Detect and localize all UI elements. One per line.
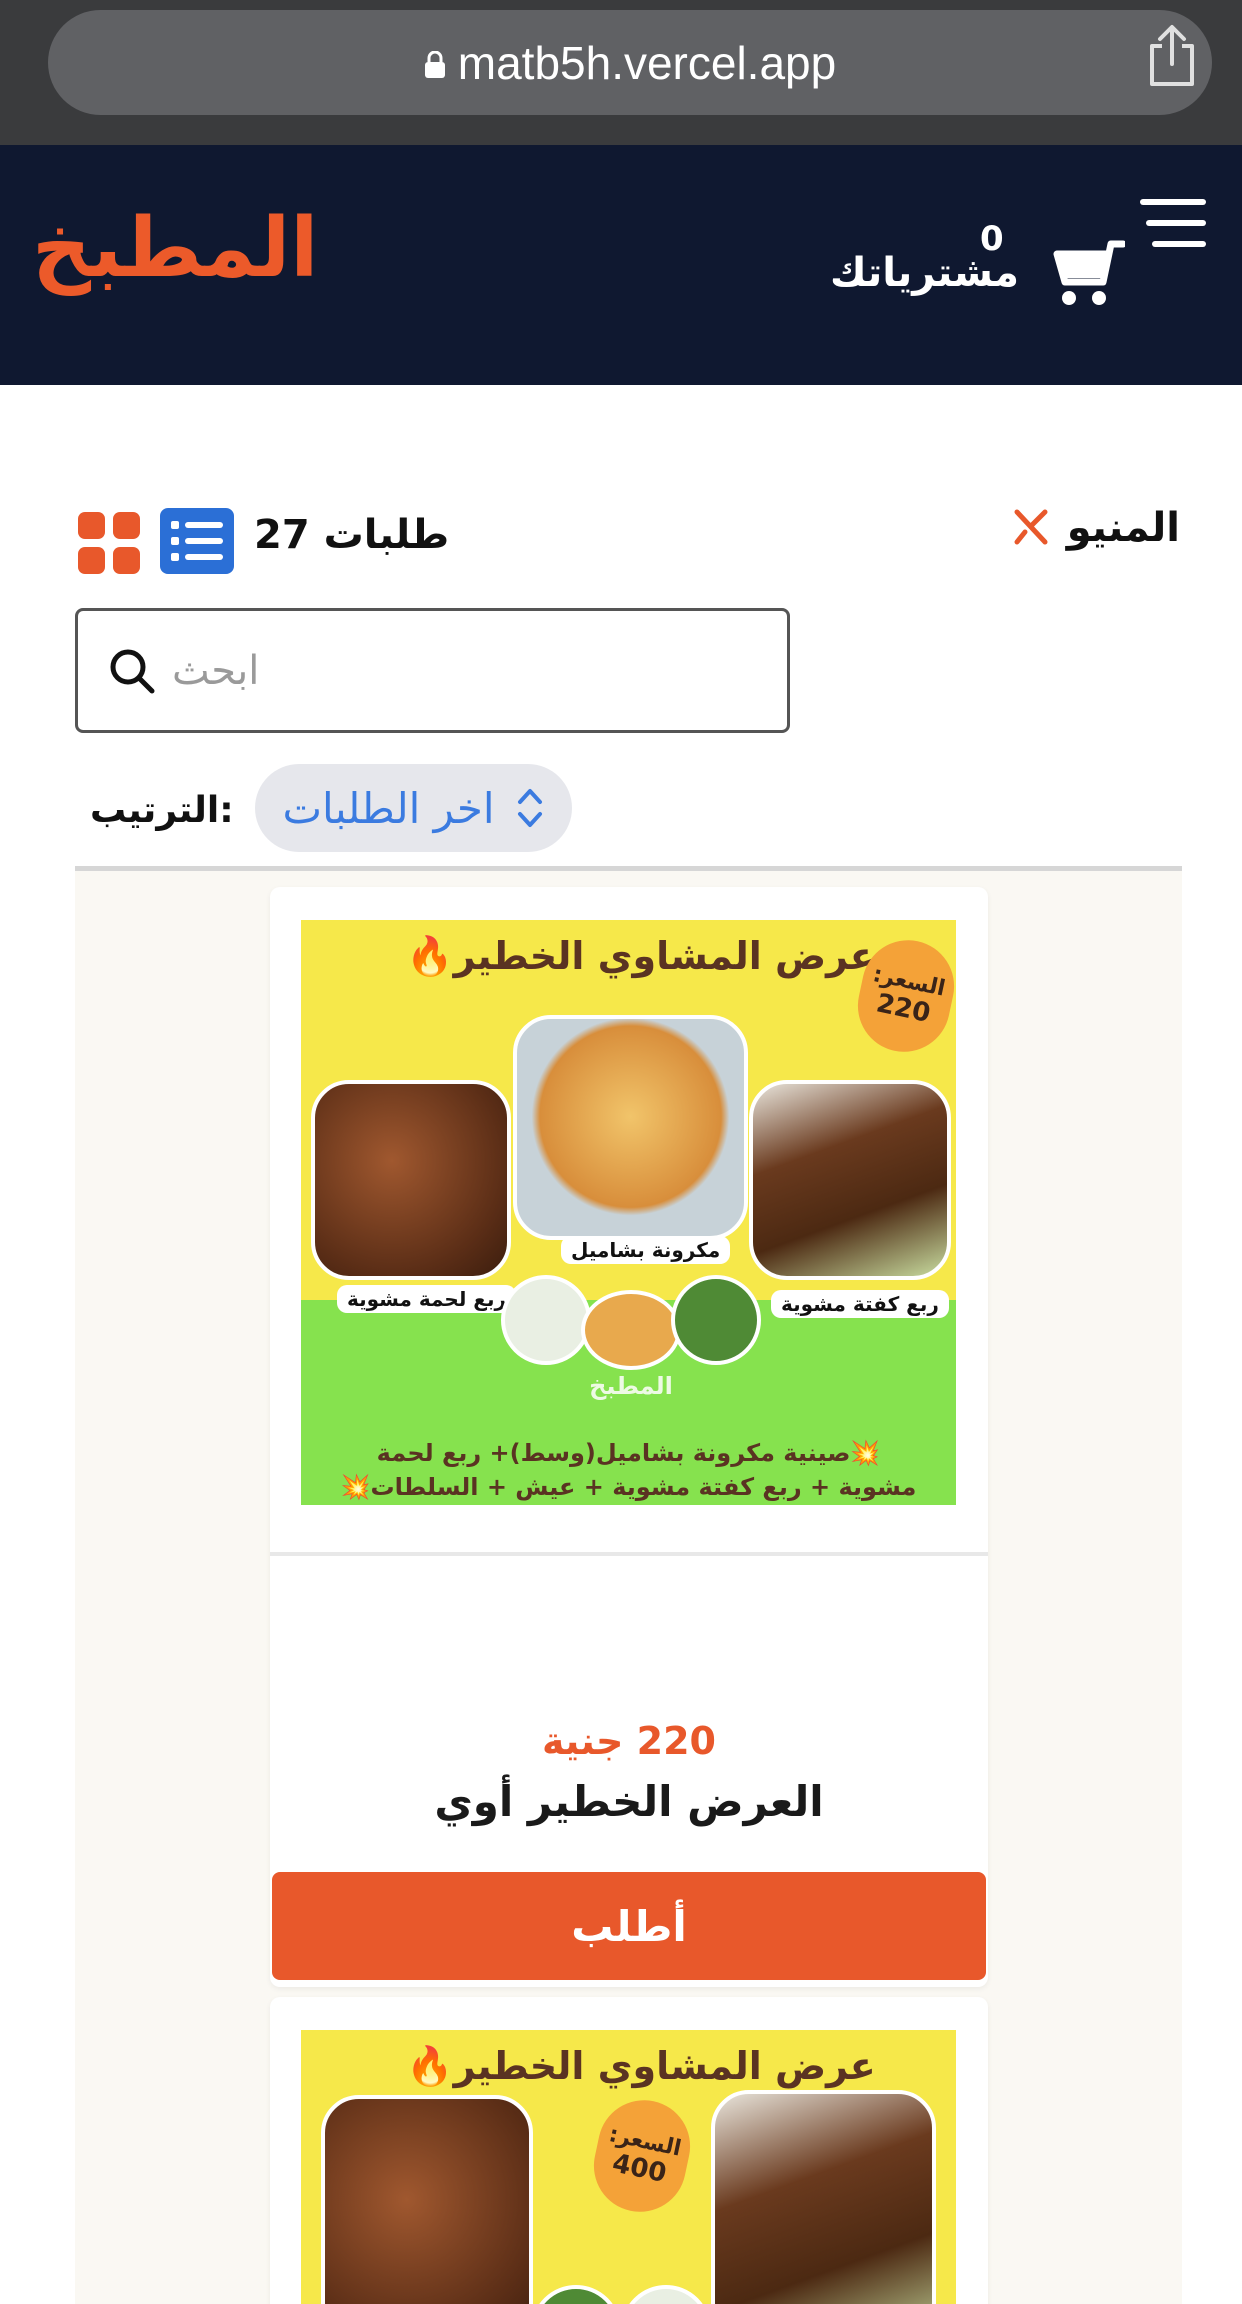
salad-bowl [671,1275,761,1365]
salad-bowl [581,1290,681,1370]
product-image[interactable]: عرض المشاوي الخطير🔥 السعر: 400 [301,2030,956,2304]
cart-icon [1053,240,1125,305]
food-label-pasta: مكرونة بشاميل [561,1236,731,1264]
sort-selected-value: اخر الطلبات [282,783,495,833]
salad-bowl [621,2285,711,2304]
site-logo[interactable]: المطبخ [32,201,318,296]
grid-view-icon[interactable] [78,512,140,574]
list-view-button[interactable] [160,508,234,574]
browser-address-bar: matb5h.vercel.app [0,0,1242,145]
cart-count: 0 [980,219,1004,259]
share-icon[interactable] [1144,24,1200,88]
app-header: المطبخ مشترياتك 0 [0,145,1242,385]
url-field[interactable]: matb5h.vercel.app [48,10,1212,115]
food-label-meat: ربع لحمة مشوية [337,1285,516,1313]
kofta-photo [711,2090,936,2304]
lock-icon [424,50,445,78]
sort-select[interactable]: اخر الطلبات [255,764,572,852]
card-divider [270,1552,988,1556]
product-title: العرض الخطير أوي [434,1777,824,1826]
pasta-bechamel-photo [513,1015,748,1240]
kofta-photo [749,1080,951,1280]
product-card: عرض المشاوي الخطير🔥 السعر: 220 ربع لحمة … [270,887,988,1987]
list-view-icon [171,521,223,561]
product-card: عرض المشاوي الخطير🔥 السعر: 400 [270,1997,988,2304]
fork-knife-icon [1014,509,1048,545]
menu-title: المنيو [1066,505,1180,551]
chevron-up-down-icon [517,789,542,827]
product-price: 220 جنية [541,1719,716,1763]
orders-count: طلبات 27 [254,512,450,558]
url-display: matb5h.vercel.app [424,36,836,90]
order-button[interactable]: أطلب [272,1872,986,1980]
image-description: 💥صينية مكرونة بشاميل(وسط)+ ربع لحمة مشوي… [331,1436,926,1504]
salad-bowl [501,1275,591,1365]
salad-bowl [531,2285,621,2304]
products-list: عرض المشاوي الخطير🔥 السعر: 220 ربع لحمة … [75,871,1182,2304]
grilled-meat-photo [311,1080,511,1280]
cart-link[interactable]: مشترياتك 0 [830,219,1125,323]
price-badge: السعر: 400 [585,2091,699,2221]
image-headline: عرض المشاوي الخطير🔥 [406,2044,876,2088]
image-headline: عرض المشاوي الخطير🔥 [406,934,876,978]
hamburger-menu-icon[interactable] [1140,195,1206,251]
search-icon[interactable] [108,647,156,695]
search-box [75,608,790,733]
product-image[interactable]: عرض المشاوي الخطير🔥 السعر: 220 ربع لحمة … [301,920,956,1505]
image-description-line: 💥صينية مكرونة بشاميل(وسط)+ ربع لحمة [376,1439,881,1467]
image-brand-watermark: المطبخ [589,1372,673,1400]
image-description-line: مشوية + ربع كفتة مشوية + عيش + السلطات💥 [340,1473,917,1501]
search-input[interactable] [156,611,757,730]
food-label-kofta: ربع كفتة مشوية [771,1290,949,1318]
url-text: matb5h.vercel.app [457,36,837,89]
menu-section-title: المنيو [1011,505,1180,551]
grilled-meat-photo [321,2095,533,2304]
sort-label: :الترتيب [90,790,234,831]
